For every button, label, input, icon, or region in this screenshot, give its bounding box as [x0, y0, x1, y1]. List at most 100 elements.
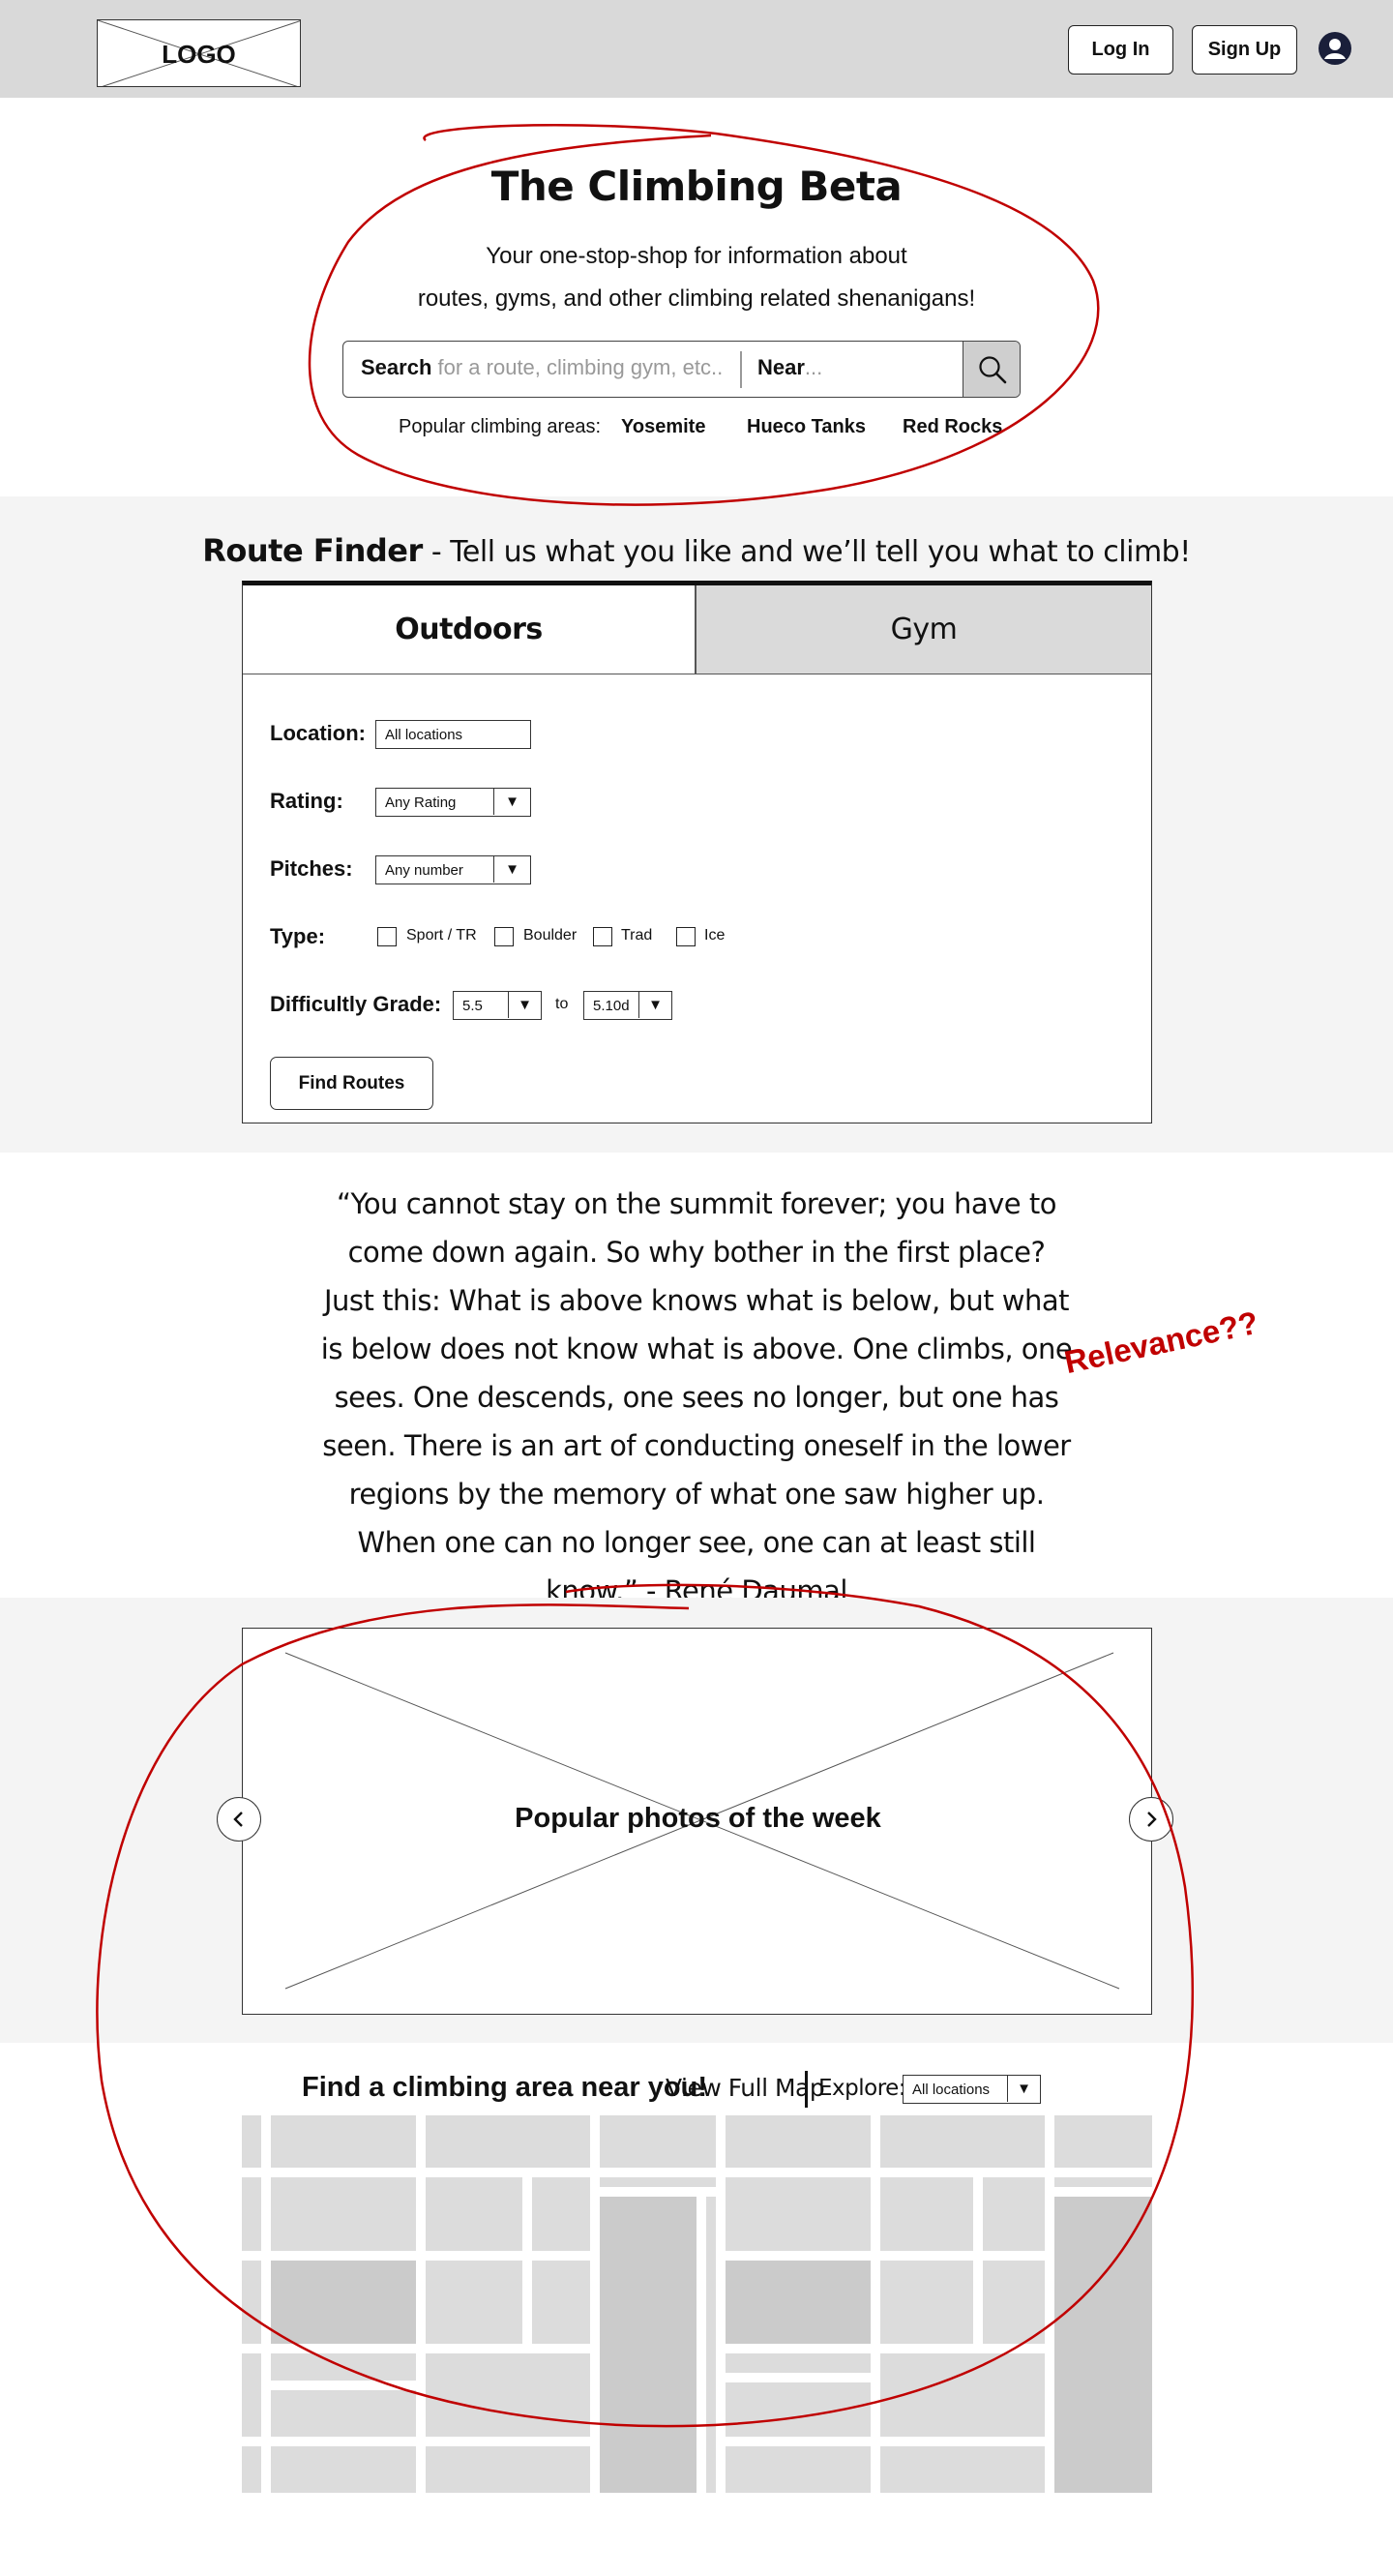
grade-to-value: 5.10d: [593, 997, 630, 1014]
explore-select[interactable]: All locations ▼: [903, 2075, 1041, 2104]
grade-label: Difficultly Grade:: [270, 992, 442, 1016]
map-block: [426, 2446, 590, 2493]
map-block: [726, 2353, 871, 2373]
map-block: [242, 2115, 261, 2168]
type-checkbox-sport[interactable]: [377, 927, 397, 946]
map-block: [1054, 2115, 1152, 2168]
map-block: [242, 2261, 261, 2344]
route-finder-title: Route Finder: [202, 532, 423, 569]
location-label: Location:: [270, 721, 366, 745]
map-block: [880, 2177, 973, 2251]
carousel-prev-button[interactable]: [217, 1797, 261, 1842]
photos-title: Popular photos of the week: [515, 1803, 881, 1834]
map-block: [600, 2197, 696, 2493]
route-finder-heading: Route Finder - Tell us what you like and…: [0, 532, 1393, 569]
popular-area-link[interactable]: Red Rocks: [903, 416, 1002, 438]
map-block: [706, 2197, 716, 2493]
popular-areas: Popular climbing areas:: [399, 416, 601, 438]
map-block: [880, 2261, 973, 2344]
tab-outdoors[interactable]: Outdoors: [243, 585, 696, 674]
map-block: [271, 2390, 416, 2437]
map-block: [271, 2446, 416, 2493]
search-input-label: Search: [361, 355, 432, 379]
near-input-placeholder: ...: [804, 355, 823, 379]
explore-select-value: All locations: [912, 2081, 991, 2098]
grade-from-select[interactable]: 5.5 ▼: [453, 991, 542, 1020]
map-block: [242, 2353, 261, 2437]
search-input[interactable]: Search for a route, climbing gym, etc..: [361, 355, 723, 380]
near-input-label: Near: [757, 355, 805, 379]
map-block: [271, 2177, 416, 2251]
rating-label: Rating:: [270, 789, 343, 813]
map-block: [726, 2446, 871, 2493]
map-block: [726, 2115, 871, 2168]
map-block: [726, 2177, 871, 2251]
map-block: [271, 2115, 416, 2168]
route-finder-tagline: - Tell us what you like and we’ll tell y…: [430, 535, 1191, 569]
photo-carousel: Popular photos of the week: [242, 1628, 1152, 2015]
map-block: [600, 2177, 716, 2187]
map-block: [880, 2353, 1045, 2437]
type-label: Type:: [270, 924, 326, 948]
map-heading: Find a climbing area near you!: [302, 2072, 707, 2103]
popular-area-link[interactable]: Hueco Tanks: [747, 416, 866, 438]
pitches-select-value: Any number: [385, 861, 463, 879]
find-routes-button[interactable]: Find Routes: [270, 1057, 433, 1110]
type-checkbox-ice[interactable]: [676, 927, 696, 946]
map-block: [426, 2261, 522, 2344]
grade-to-label: to: [555, 996, 569, 1012]
rating-select-value: Any Rating: [385, 794, 457, 811]
map-divider: [805, 2071, 808, 2108]
type-label-boulder: Boulder: [523, 927, 578, 944]
carousel-next-button[interactable]: [1129, 1797, 1173, 1842]
climbing-quote: “You cannot stay on the summit forever; …: [320, 1187, 1073, 1607]
location-field[interactable]: All locations: [375, 720, 531, 749]
area-map[interactable]: [242, 2115, 1152, 2493]
map-block: [426, 2115, 590, 2168]
chevron-left-icon: [233, 1812, 243, 1827]
page-title: The Climbing Beta: [490, 163, 903, 210]
search-icon: [978, 355, 1006, 383]
dropdown-arrow-icon: ▼: [508, 992, 541, 1018]
login-button[interactable]: Log In: [1068, 25, 1173, 75]
type-label-ice: Ice: [704, 927, 726, 944]
signup-button[interactable]: Sign Up: [1192, 25, 1297, 75]
type-checkbox-boulder[interactable]: [494, 927, 514, 946]
map-block: [880, 2446, 1045, 2493]
type-label-sport: Sport / TR: [406, 927, 477, 944]
rating-select[interactable]: Any Rating ▼: [375, 788, 531, 817]
logo[interactable]: LOGO: [97, 19, 301, 87]
map-block: [1054, 2197, 1152, 2493]
map-block: [726, 2382, 871, 2437]
user-circle-icon[interactable]: [1318, 31, 1352, 66]
search-button[interactable]: [963, 342, 1020, 397]
type-label-trad: Trad: [621, 927, 653, 944]
map-block: [426, 2353, 590, 2437]
map-block: [983, 2177, 1045, 2251]
chevron-right-icon: [1147, 1812, 1157, 1827]
map-block: [271, 2353, 416, 2381]
popular-area-link[interactable]: Yosemite: [621, 416, 705, 438]
view-full-map-link[interactable]: View Full Map: [666, 2074, 825, 2102]
map-block: [726, 2261, 871, 2344]
type-checkbox-trad[interactable]: [593, 927, 612, 946]
map-block: [880, 2115, 1045, 2168]
popular-areas-label: Popular climbing areas:: [399, 416, 601, 437]
search-divider: [740, 351, 742, 388]
grade-from-value: 5.5: [462, 997, 483, 1014]
logo-text: LOGO: [162, 40, 236, 69]
dropdown-arrow-icon: ▼: [638, 992, 671, 1018]
map-block: [271, 2261, 416, 2344]
pitches-label: Pitches:: [270, 856, 353, 881]
map-block: [242, 2446, 261, 2493]
grade-to-select[interactable]: 5.10d ▼: [583, 991, 672, 1020]
map-block: [426, 2177, 522, 2251]
map-block: [532, 2177, 590, 2251]
review-annotation: Relevance??: [1061, 1303, 1261, 1381]
search-bar: Search for a route, climbing gym, etc.. …: [342, 341, 1021, 398]
near-input[interactable]: Near...: [757, 355, 822, 380]
pitches-select[interactable]: Any number ▼: [375, 855, 531, 884]
dropdown-arrow-icon: ▼: [1007, 2076, 1040, 2102]
hero-subtitle-line2: routes, gyms, and other climbing related…: [417, 285, 976, 312]
tab-gym[interactable]: Gym: [696, 585, 1151, 674]
